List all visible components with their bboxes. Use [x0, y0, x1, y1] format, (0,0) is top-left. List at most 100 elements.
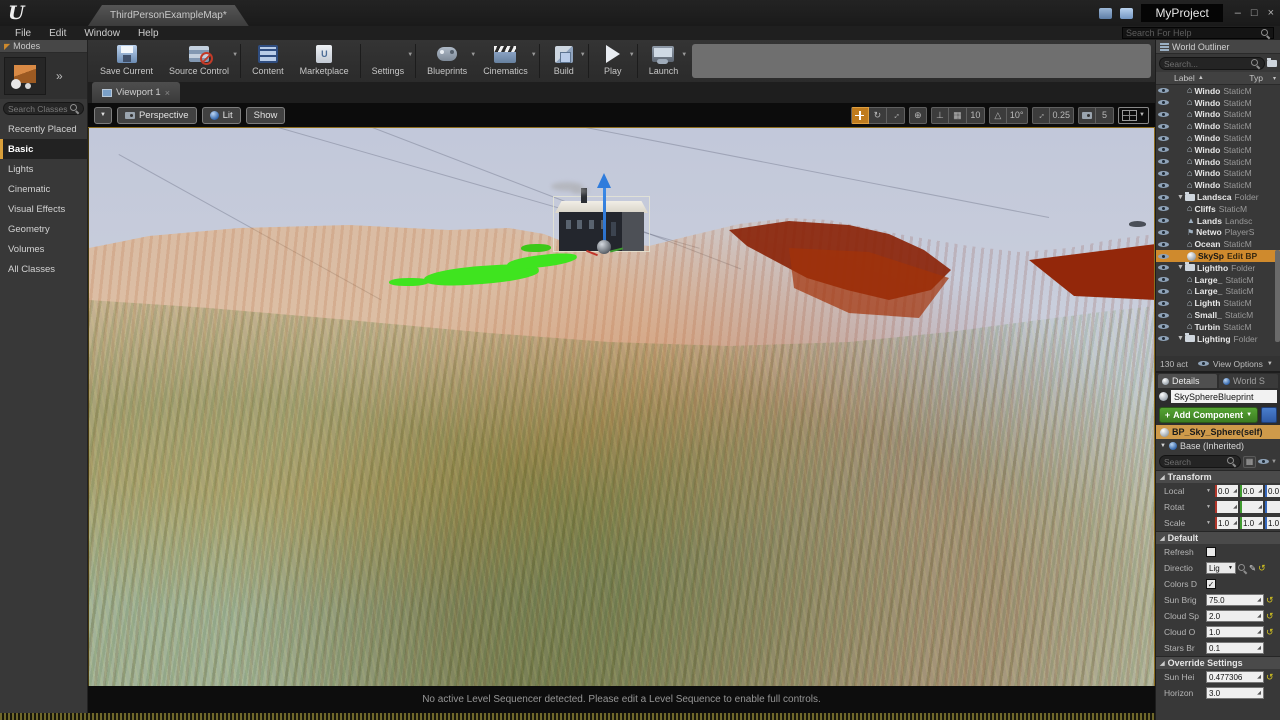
outliner-row[interactable]: ▼LandscaFolder — [1156, 191, 1280, 203]
column-label[interactable]: Label — [1174, 73, 1195, 83]
viewport-3d-scene[interactable] — [88, 128, 1155, 686]
toolbar-button-cinematics[interactable]: Cinematics▼ — [475, 42, 536, 80]
checkbox[interactable] — [1206, 547, 1216, 557]
number-field[interactable]: 0.477306◢ — [1206, 671, 1264, 683]
reset-icon[interactable]: ↺ — [1266, 628, 1274, 637]
maximize-viewport-button[interactable]: ▼ — [1118, 107, 1149, 124]
search-classes-input[interactable] — [8, 104, 70, 114]
viewport-options-button[interactable]: ▼ — [94, 107, 112, 124]
outliner-row[interactable]: ⌂WindoStaticM — [1156, 85, 1280, 97]
rotate-tool-button[interactable]: ↻ — [869, 107, 887, 124]
outliner-row[interactable]: SkySpEdit BP — [1156, 250, 1280, 262]
modes-expand-button[interactable]: » — [56, 69, 63, 83]
spinner-icon[interactable]: ◢ — [1258, 505, 1262, 510]
spinner-icon[interactable]: ◢ — [1258, 521, 1262, 526]
outliner-row[interactable]: ⌂WindoStaticM — [1156, 97, 1280, 109]
eye-icon[interactable] — [1158, 204, 1169, 213]
eye-icon[interactable] — [1158, 110, 1169, 119]
chevron-down-icon[interactable]: ▼ — [1206, 488, 1211, 494]
actor-name-field[interactable]: SkySphereBlueprint — [1171, 390, 1277, 403]
outliner-row[interactable]: ⌂Large_StaticM — [1156, 274, 1280, 286]
vector-field[interactable]: 0.0◢ — [1215, 485, 1238, 497]
show-button[interactable]: Show — [246, 107, 286, 124]
spinner-icon[interactable]: ◢ — [1257, 691, 1261, 696]
eye-icon[interactable] — [1158, 134, 1169, 143]
eye-icon[interactable] — [1158, 275, 1169, 284]
chevron-down-icon[interactable]: ▼ — [1206, 504, 1211, 510]
checkbox[interactable]: ✓ — [1206, 579, 1216, 589]
close-button[interactable]: × — [1268, 7, 1274, 19]
number-field[interactable]: 2.0◢ — [1206, 610, 1264, 622]
outliner-row[interactable]: ⌂WindoStaticM — [1156, 156, 1280, 168]
section-header-default[interactable]: ◢Default — [1156, 531, 1280, 544]
eye-icon[interactable] — [1158, 334, 1169, 343]
mode-category-visual-effects[interactable]: Visual Effects — [0, 199, 87, 219]
grid-snap-button[interactable]: ▦ — [949, 107, 967, 124]
spinner-icon[interactable]: ◢ — [1257, 614, 1261, 619]
vector-field[interactable]: ◢ — [1265, 501, 1280, 513]
eye-icon[interactable] — [1158, 287, 1169, 296]
viewport-tab[interactable]: Viewport 1 × — [92, 82, 180, 103]
eye-icon[interactable] — [1158, 181, 1169, 190]
scale-snap-value[interactable]: 0.25 — [1050, 107, 1075, 124]
toolbar-button-save-current[interactable]: Save Current — [92, 42, 161, 80]
feedback-icon[interactable] — [1099, 8, 1112, 19]
details-search-input[interactable] — [1164, 457, 1227, 467]
outliner-row[interactable]: ▲LandsLandsc — [1156, 215, 1280, 227]
spinner-icon[interactable]: ◢ — [1233, 505, 1237, 510]
world-outliner-tab[interactable]: World Outliner — [1156, 40, 1280, 54]
lit-mode-button[interactable]: Lit — [202, 107, 241, 124]
reset-icon[interactable]: ↺ — [1266, 596, 1274, 605]
expander-icon[interactable]: ▼ — [1177, 335, 1183, 342]
view-options-button[interactable]: View Options — [1213, 359, 1263, 369]
reset-icon[interactable]: ↺ — [1266, 673, 1274, 682]
chevron-down-icon[interactable]: ▼ — [681, 52, 687, 58]
chevron-down-icon[interactable]: ▼ — [407, 52, 413, 58]
toolbar-button-source-control[interactable]: Source Control▼ — [161, 42, 237, 80]
reset-icon[interactable]: ↺ — [1258, 564, 1266, 573]
component-row[interactable]: ▼Base (Inherited) — [1156, 439, 1280, 453]
gizmo-z-arrowhead[interactable] — [597, 173, 611, 188]
search-icon[interactable] — [1238, 564, 1247, 573]
viewport-tab-close-icon[interactable]: × — [165, 88, 170, 98]
scale-tool-button[interactable]: ↔ — [887, 107, 905, 124]
vector-field[interactable]: ◢ — [1240, 501, 1263, 513]
vector-field[interactable]: ◢ — [1215, 501, 1238, 513]
eye-icon[interactable] — [1158, 240, 1169, 249]
outliner-row[interactable]: ⌂TurbinStaticM — [1156, 321, 1280, 333]
outliner-row[interactable]: ▼LighthoFolder — [1156, 262, 1280, 274]
toolbar-button-build[interactable]: Build▼ — [543, 42, 585, 80]
outliner-row-type[interactable]: Edit BP — [1227, 251, 1257, 261]
mode-category-basic[interactable]: Basic — [0, 139, 87, 159]
modes-panel-tab[interactable]: ◤ Modes — [0, 40, 87, 53]
eye-icon[interactable] — [1158, 322, 1169, 331]
outliner-row[interactable]: ⌂WindoStaticM — [1156, 144, 1280, 156]
outliner-row[interactable]: ⌂WindoStaticM — [1156, 179, 1280, 191]
eye-icon[interactable] — [1158, 98, 1169, 107]
menu-file[interactable]: File — [6, 28, 40, 39]
maximize-button[interactable]: □ — [1251, 7, 1258, 19]
eyedropper-icon[interactable]: ✎ — [1249, 563, 1256, 574]
world-local-toggle[interactable]: ⊕ — [909, 107, 927, 124]
camera-speed-value[interactable]: 5 — [1096, 107, 1114, 124]
grid-snap-value[interactable]: 10 — [967, 107, 985, 124]
eye-icon[interactable] — [1158, 157, 1169, 166]
outliner-row[interactable]: ⌂OceanStaticM — [1156, 238, 1280, 250]
eye-icon[interactable] — [1158, 145, 1169, 154]
spinner-icon[interactable]: ◢ — [1257, 646, 1261, 651]
section-header-override-settings[interactable]: ◢Override Settings — [1156, 656, 1280, 669]
column-type[interactable]: Typ — [1249, 73, 1263, 83]
toolbar-button-content[interactable]: Content — [244, 42, 292, 80]
add-component-button[interactable]: + Add Component ▼ — [1159, 407, 1258, 423]
spinner-icon[interactable]: ◢ — [1257, 630, 1261, 635]
chevron-down-icon[interactable]: ▼ — [1206, 520, 1211, 526]
spinner-icon[interactable]: ◢ — [1257, 598, 1261, 603]
vector-field[interactable]: 0.0◢ — [1265, 485, 1280, 497]
spinner-icon[interactable]: ◢ — [1233, 489, 1237, 494]
spinner-icon[interactable]: ◢ — [1257, 675, 1261, 680]
outliner-row[interactable]: ⌂WindoStaticM — [1156, 168, 1280, 180]
section-header-transform[interactable]: ◢Transform — [1156, 470, 1280, 483]
outliner-row[interactable]: ⌂Small_StaticM — [1156, 309, 1280, 321]
mode-category-geometry[interactable]: Geometry — [0, 219, 87, 239]
mode-category-all-classes[interactable]: All Classes — [0, 259, 87, 279]
